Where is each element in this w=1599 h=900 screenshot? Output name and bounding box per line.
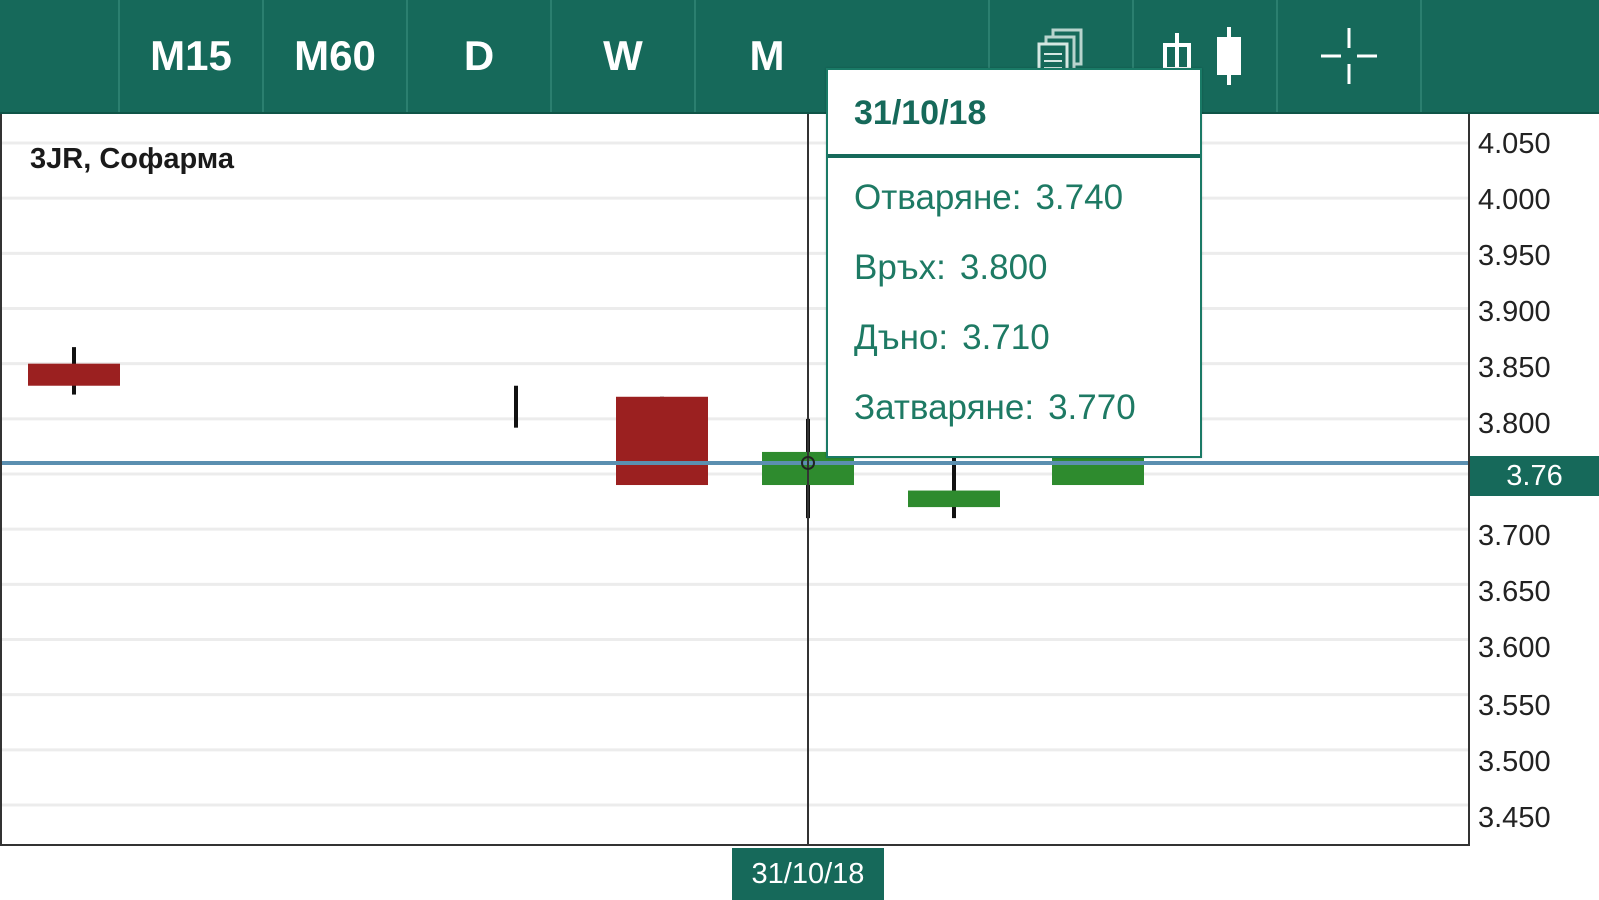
tooltip-date: 31/10/18 [854,94,987,132]
y-tick-label: 3.950 [1478,240,1551,272]
tooltip-open-value: 3.740 [1035,178,1124,217]
y-tick-label: 3.650 [1478,576,1551,608]
y-tick-label: 3.850 [1478,352,1551,384]
tooltip-high-label: Връх: [854,248,946,287]
tooltip-close-value: 3.770 [1048,388,1136,427]
y-tick-label: 3.600 [1478,632,1551,664]
timeframe-m15-button[interactable]: M15 [120,0,262,112]
candlestick-chart [2,114,1468,844]
candle-body [908,490,1000,508]
y-tick-label: 3.500 [1478,746,1551,778]
tooltip-low-value: 3.710 [962,318,1050,357]
cursor-date-badge: 31/10/18 [732,848,884,900]
y-tick-label: 3.550 [1478,690,1551,722]
tooltip-high-row: Връх: 3.800 [854,248,1048,288]
tooltip-close-label: Затваряне: [854,388,1035,427]
tooltip-divider [828,154,1200,158]
tooltip-high-value: 3.800 [959,248,1048,287]
timeframe-m-button[interactable]: M [696,0,838,112]
timeframe-d-button[interactable]: D [408,0,550,112]
ohlc-tooltip: 31/10/18 Отваряне: 3.740 Връх: 3.800 Дъно:… [826,68,1202,458]
candle-body [616,396,708,486]
current-price-badge: 3.76 [1470,456,1599,496]
toolbar: M15 M60 D W M [0,0,1599,114]
crosshair-icon[interactable] [1278,0,1420,112]
tooltip-close-row: Затваряне: 3.770 [854,388,1136,428]
tooltip-open-row: Отваряне: 3.740 [854,178,1123,218]
instrument-label: 3JR, Софарма [30,143,235,175]
tooltip-low-row: Дъно: 3.710 [854,318,1050,358]
timeframe-m60-button[interactable]: M60 [264,0,406,112]
y-tick-label: 3.450 [1478,802,1551,834]
candle-body [28,363,120,386]
tooltip-open-label: Отваряне: [854,178,1022,217]
crosshair-icon-graphic [1321,28,1377,84]
toolbar-separator [1420,0,1422,112]
timeframe-w-button[interactable]: W [552,0,694,112]
chart-area[interactable] [0,114,1470,846]
y-tick-label: 3.700 [1478,520,1551,552]
y-tick-label: 3.900 [1478,296,1551,328]
y-tick-label: 3.800 [1478,408,1551,440]
tooltip-low-label: Дъно: [854,318,949,357]
y-tick-label: 4.050 [1478,128,1551,160]
y-tick-label: 4.000 [1478,184,1551,216]
